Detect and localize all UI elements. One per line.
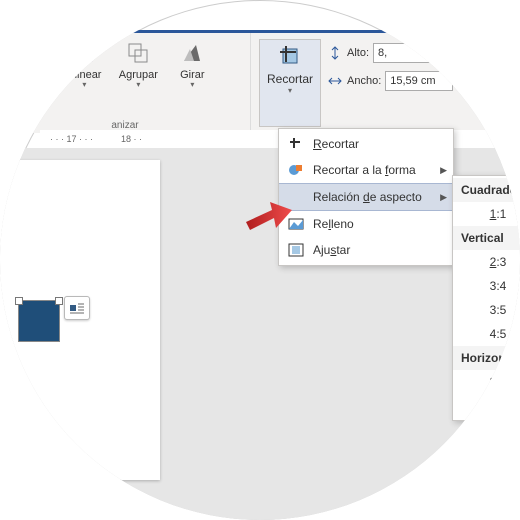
aspect-item-3-2[interactable]: 3:2 — [453, 370, 520, 394]
aspect-item-3-5[interactable]: 3:5 — [453, 298, 520, 322]
dimension-fields: Alto: 8, Ancho: 15,59 cm — [327, 39, 453, 127]
crop-dropdown-menu: RRecortarecortar Recortar a la forma ▶ R… — [278, 128, 454, 266]
aspect-item-3-4[interactable]: 3:4 — [453, 274, 520, 298]
aspect-section-horizontal: Horizontal — [453, 346, 520, 370]
menu-item-fit[interactable]: Ajustar — [279, 237, 453, 263]
chevron-down-icon: ▾ — [136, 81, 140, 90]
menu-item-aspect-ratio[interactable]: Relación de aspecto ▶ — [279, 183, 453, 211]
height-icon — [327, 45, 343, 61]
chevron-down-icon: ▾ — [190, 81, 194, 90]
rotate-button[interactable]: Girar ▾ — [168, 37, 216, 92]
menu-item-crop-to-shape[interactable]: Recortar a la forma ▶ — [279, 157, 453, 183]
arrange-group-label: anizar — [6, 116, 244, 131]
layout-options-icon — [69, 301, 85, 315]
layout-options-button[interactable] — [64, 296, 90, 320]
submenu-arrow-icon: ▶ — [440, 165, 447, 176]
aspect-section-square: Cuadrado — [453, 178, 520, 202]
selection-pane-button[interactable]: el deelección — [6, 37, 54, 95]
aspect-item-4-3[interactable]: 4:3 — [453, 394, 520, 418]
blank-icon — [287, 189, 305, 205]
height-label: Alto: — [347, 47, 369, 59]
selected-image[interactable] — [18, 300, 60, 342]
aspect-ratio-submenu: Cuadrado 1:1 Vertical 2:3 3:4 3:5 4:5 Ho… — [452, 175, 520, 421]
fill-icon — [287, 216, 305, 232]
selection-pane-icon — [16, 39, 44, 67]
crop-label: Recortar — [267, 72, 313, 86]
menu-item-fill[interactable]: Relleno — [279, 211, 453, 237]
width-input[interactable]: 15,59 cm — [385, 71, 453, 91]
group-button[interactable]: Agrupar ▾ — [114, 37, 162, 92]
width-icon — [327, 73, 343, 89]
fit-icon — [287, 242, 305, 258]
menu-item-crop[interactable]: RRecortarecortar — [279, 131, 453, 157]
height-input[interactable]: 8, — [373, 43, 441, 63]
width-label: Ancho: — [347, 75, 381, 87]
crop-shape-icon — [287, 162, 305, 178]
arrange-group: el deelección Alinear ▾ Agrupar ▾ — [0, 33, 251, 133]
crop-icon — [287, 136, 305, 152]
height-row: Alto: 8, — [327, 43, 453, 63]
crop-button[interactable]: Recortar ▾ — [259, 39, 321, 127]
aspect-item-4-5[interactable]: 4:5 — [453, 322, 520, 346]
ruler-mark-18: 18 — [121, 134, 131, 144]
group-icon — [124, 39, 152, 67]
align-icon — [70, 39, 98, 67]
size-group: Recortar ▾ Alto: 8, Ancho: 15,59 cm — [251, 33, 461, 133]
aspect-section-vertical: Vertical — [453, 226, 520, 250]
align-button[interactable]: Alinear ▾ — [60, 37, 108, 92]
ribbon: el deelección Alinear ▾ Agrupar ▾ — [0, 30, 520, 133]
aspect-item-2-3[interactable]: 2:3 — [453, 250, 520, 274]
submenu-arrow-icon: ▶ — [440, 192, 447, 203]
ruler-mark-17: 17 — [67, 134, 77, 144]
width-row: Ancho: 15,59 cm — [327, 71, 453, 91]
chevron-down-icon: ▾ — [82, 81, 86, 90]
crop-icon — [276, 42, 304, 70]
chevron-down-icon: ▾ — [288, 86, 292, 95]
app-viewport: el deelección Alinear ▾ Agrupar ▾ — [0, 0, 520, 520]
rotate-icon — [178, 39, 206, 67]
selection-pane-label: el deelección — [10, 69, 50, 93]
aspect-item-1-1[interactable]: 1:1 — [453, 202, 520, 226]
